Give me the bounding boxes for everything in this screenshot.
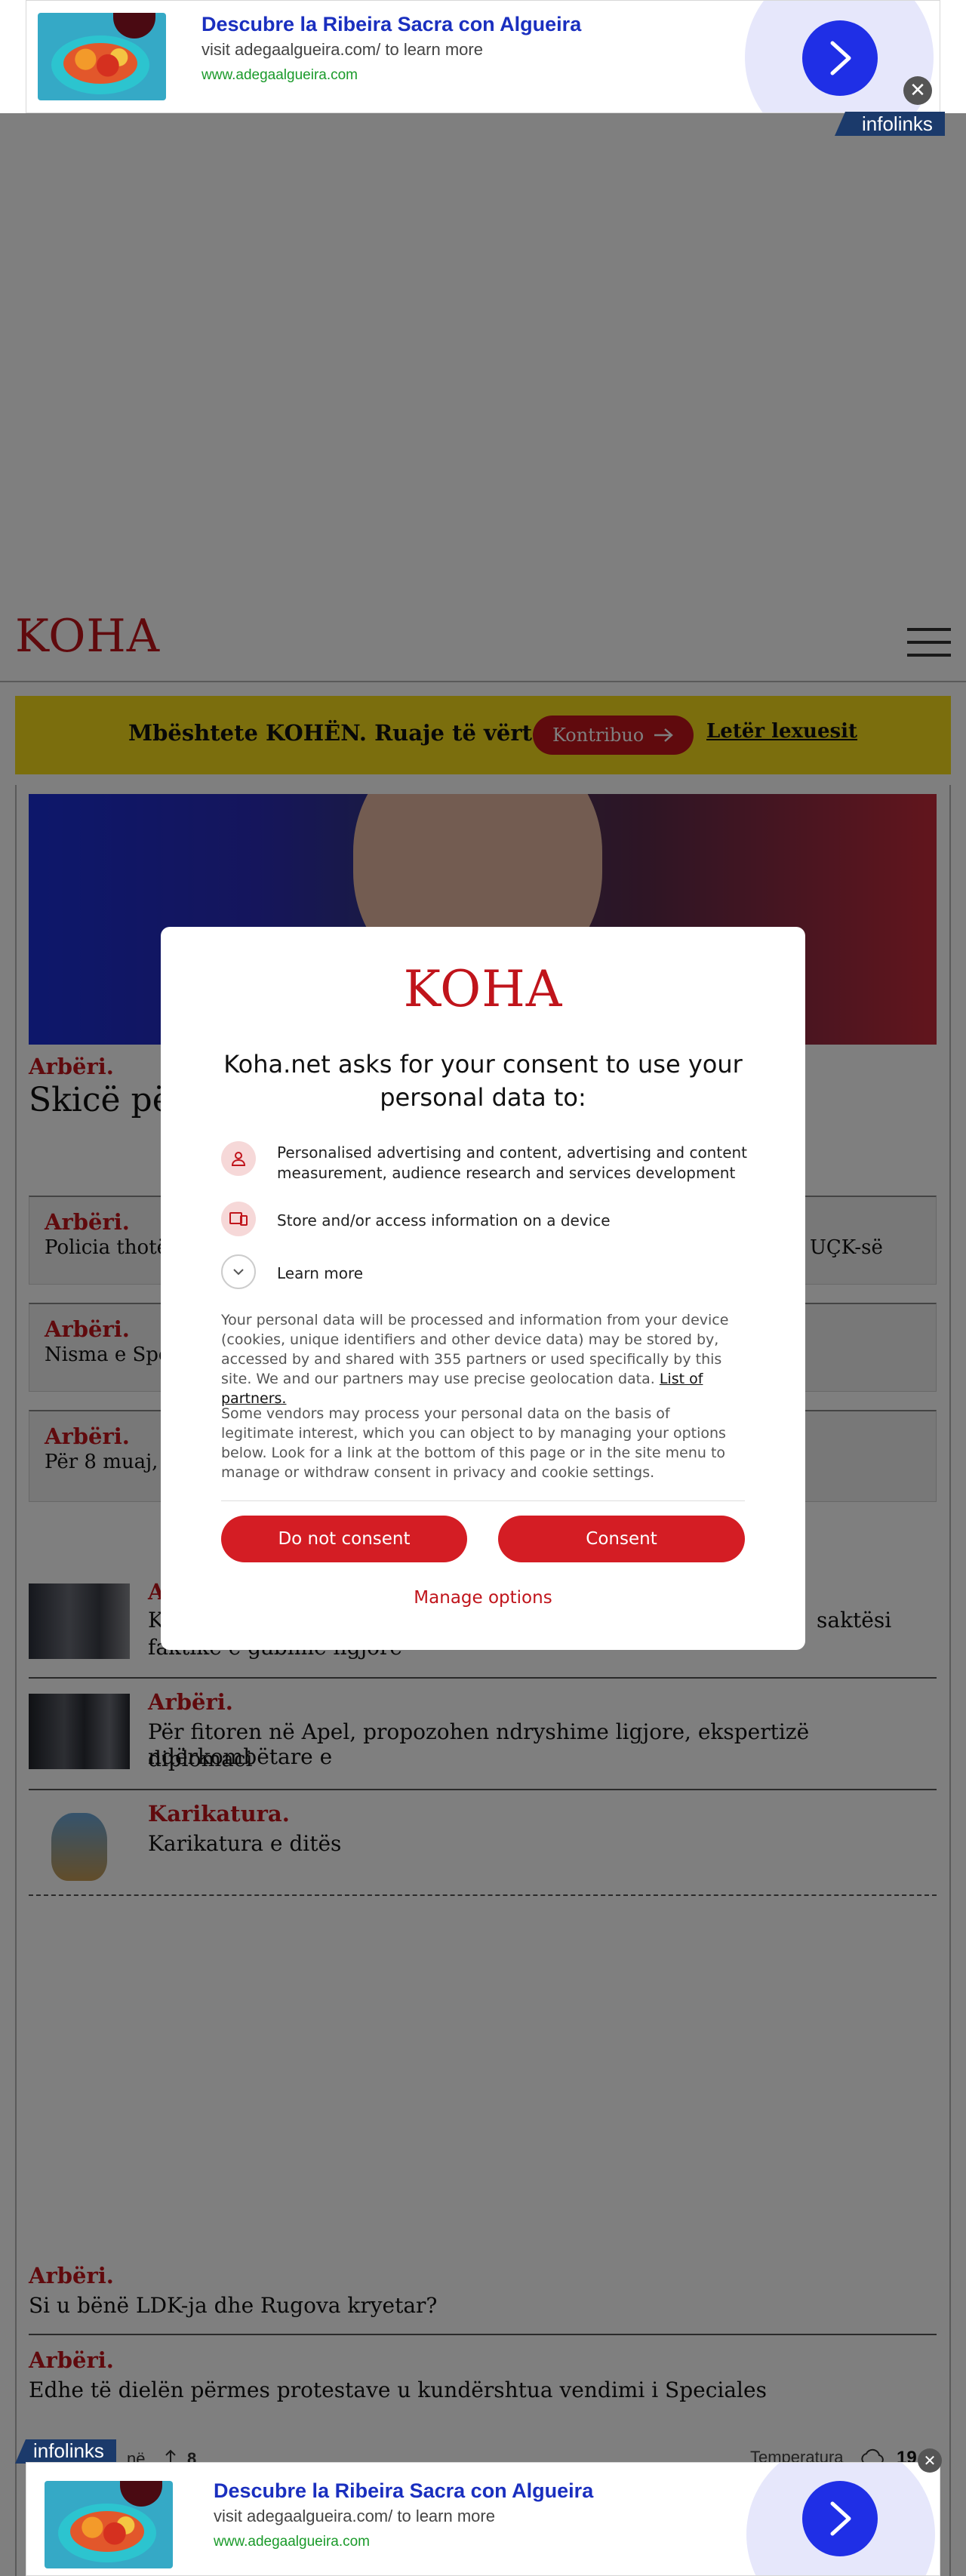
consent-paragraph-2: Some vendors may process your personal d…: [221, 1405, 726, 1481]
ad-cta-button[interactable]: [802, 20, 878, 96]
ad-image[interactable]: [38, 13, 166, 100]
purpose-store-access: Store and/or access information on a dev…: [277, 1211, 611, 1230]
bottom-ad-banner[interactable]: Descubre la Ribeira Sacra con Algueira v…: [26, 2462, 940, 2576]
consent-button[interactable]: Consent: [498, 1516, 745, 1562]
infolinks-tag-top[interactable]: infolinks: [835, 112, 945, 136]
consent-divider: [221, 1500, 745, 1501]
ad-subtitle: visit adegaalgueira.com/ to learn more: [202, 40, 483, 59]
learn-more-label[interactable]: Learn more: [277, 1263, 363, 1284]
consent-dialog: KOHA Koha.net asks for your consent to u…: [161, 927, 805, 1650]
do-not-consent-button[interactable]: Do not consent: [221, 1516, 467, 1562]
top-ad-banner[interactable]: Descubre la Ribeira Sacra con Algueira v…: [26, 0, 940, 113]
ad-title[interactable]: Descubre la Ribeira Sacra con Algueira: [202, 13, 581, 36]
bottom-ad-close-button[interactable]: ✕: [918, 2448, 942, 2473]
devices-icon: [221, 1202, 256, 1236]
consent-paragraph-1-text: Your personal data will be processed and…: [221, 1312, 729, 1387]
ad-subtitle: visit adegaalgueira.com/ to learn more: [214, 2507, 495, 2525]
ad-close-button[interactable]: ✕: [903, 76, 932, 105]
consent-paragraph-1: Your personal data will be processed and…: [221, 1310, 745, 1408]
ad-url[interactable]: www.adegaalgueira.com: [214, 2534, 370, 2550]
manage-options-link[interactable]: Manage options: [161, 1588, 805, 1608]
chevron-right-icon: [830, 2501, 851, 2536]
learn-more-toggle[interactable]: [221, 1254, 256, 1289]
ad-url[interactable]: www.adegaalgueira.com: [202, 67, 358, 84]
purpose-personalised-ads: Personalised advertising and content, ad…: [277, 1143, 748, 1182]
person-icon: [221, 1141, 256, 1176]
ad-cta-button[interactable]: [802, 2481, 878, 2556]
chevron-down-icon: [233, 1269, 244, 1276]
consent-heading: Koha.net asks for your consent to use yo…: [223, 1050, 743, 1112]
ad-image[interactable]: [45, 2481, 173, 2568]
chevron-right-icon: [830, 41, 851, 75]
ad-title[interactable]: Descubre la Ribeira Sacra con Algueira: [214, 2479, 593, 2503]
consent-logo: KOHA: [403, 960, 563, 1018]
infolinks-tag-bottom[interactable]: infolinks: [15, 2439, 116, 2464]
